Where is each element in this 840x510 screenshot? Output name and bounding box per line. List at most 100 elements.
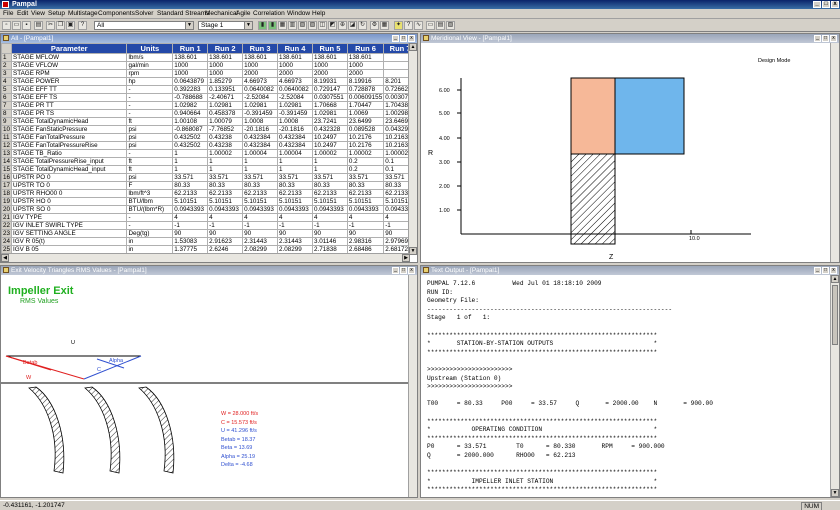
settings-icon[interactable]: ⚙: [370, 21, 379, 30]
text-vertical-scrollbar[interactable]: ▲ ▼: [830, 275, 839, 497]
value-cell[interactable]: 3.01146: [311, 237, 348, 246]
value-cell[interactable]: 1: [172, 165, 209, 174]
value-cell[interactable]: 62.2133: [277, 189, 313, 198]
value-cell[interactable]: -20.1816: [242, 125, 279, 134]
value-cell[interactable]: 0.432502: [172, 141, 209, 150]
copy-icon[interactable]: ❐: [56, 21, 65, 30]
table-row[interactable]: 11 STAGE FanTotalPressure psi 0.432502 0.432…: [1, 133, 417, 142]
value-cell[interactable]: 0.432502: [172, 133, 209, 142]
scroll-thumb[interactable]: [832, 285, 838, 345]
value-cell[interactable]: 5.10151: [207, 197, 244, 206]
value-cell[interactable]: 1.00004: [242, 149, 279, 158]
value-cell[interactable]: 4: [242, 213, 279, 222]
parameter-cell[interactable]: STAGE VFLOW: [11, 61, 128, 70]
parameter-cell[interactable]: STAGE FanStaticPressure: [11, 125, 128, 134]
value-cell[interactable]: 1000: [172, 69, 209, 78]
value-cell[interactable]: 1000: [346, 61, 385, 70]
parameter-cell[interactable]: STAGE TotalDynamicHead_input: [11, 165, 128, 174]
value-cell[interactable]: 4: [172, 213, 209, 222]
value-cell[interactable]: 0.729147: [311, 85, 348, 94]
value-cell[interactable]: 1000: [207, 69, 244, 78]
value-cell[interactable]: 138.601: [172, 53, 209, 62]
value-cell[interactable]: 0.2: [346, 157, 385, 166]
menu-item-help[interactable]: Help: [312, 10, 325, 18]
parameter-cell[interactable]: STAGE PR TT: [11, 101, 128, 110]
table-row[interactable]: 9 STAGE TotalDynamicHead ft 1.00108 1.00079 1…: [1, 117, 417, 126]
value-cell[interactable]: 1.70447: [346, 101, 385, 110]
units-cell[interactable]: -: [126, 213, 174, 222]
table-row[interactable]: 18 UPSTR RHO00 0 lbm/ft^3 62.2133 62.2133 62.…: [1, 189, 417, 198]
value-cell[interactable]: 5.10151: [172, 197, 209, 206]
maximize-button[interactable]: □: [822, 35, 829, 42]
value-cell[interactable]: 33.571: [172, 173, 209, 182]
value-cell[interactable]: 0.0307551: [311, 93, 348, 102]
value-cell[interactable]: 0.0640082: [277, 85, 313, 94]
units-cell[interactable]: ft: [126, 117, 174, 126]
paste-icon[interactable]: ▣: [66, 21, 75, 30]
value-cell[interactable]: 0.432384: [242, 133, 279, 142]
table-icon[interactable]: ▥: [288, 21, 297, 30]
value-cell[interactable]: 80.33: [172, 181, 209, 190]
parameter-cell[interactable]: STAGE MFLOW: [11, 53, 128, 62]
value-cell[interactable]: 0.458378: [207, 109, 244, 118]
value-cell[interactable]: 1000: [277, 61, 313, 70]
value-cell[interactable]: 4: [311, 213, 348, 222]
units-cell[interactable]: lbm/ft^3: [126, 189, 174, 198]
value-cell[interactable]: 0.0943393: [172, 205, 209, 214]
scroll-down-icon[interactable]: ▼: [831, 489, 839, 497]
table-row[interactable]: 14 STAGE TotalPressureRise_input ft 1 1 1 1 1 0.…: [1, 157, 417, 166]
meridional-vertical-scrollbar[interactable]: [830, 43, 839, 262]
value-cell[interactable]: 4.66973: [242, 77, 279, 86]
value-cell[interactable]: 1: [172, 149, 209, 158]
value-cell[interactable]: 138.601: [242, 53, 279, 62]
value-cell[interactable]: 1.00002: [346, 149, 385, 158]
column-header[interactable]: Run 6: [346, 43, 385, 54]
minimize-button[interactable]: _: [814, 267, 821, 274]
table-row[interactable]: 3 STAGE RPM rpm 1000 1000 2000 2000 2000 2000: [1, 69, 417, 78]
value-cell[interactable]: -7.76852: [207, 125, 244, 134]
menu-item-correlation[interactable]: Correlation: [253, 10, 285, 18]
maximize-button[interactable]: □: [822, 1, 830, 8]
value-cell[interactable]: 90: [346, 229, 385, 238]
value-cell[interactable]: 138.601: [277, 53, 313, 62]
units-cell[interactable]: -: [126, 221, 174, 230]
units-cell[interactable]: -: [126, 149, 174, 158]
value-cell[interactable]: -1: [277, 221, 313, 230]
parameter-cell[interactable]: STAGE TotalDynamicHead: [11, 117, 128, 126]
value-cell[interactable]: 0.43238: [207, 133, 244, 142]
value-cell[interactable]: 2000: [277, 69, 313, 78]
text-output-body[interactable]: PUMPAL 7.12.6 Wed Jul 01 18:18:10 2009 RU…: [421, 280, 829, 496]
parameter-cell[interactable]: STAGE FanTotalPressure: [11, 133, 128, 142]
value-cell[interactable]: 0.089528: [346, 125, 385, 134]
units-cell[interactable]: psi: [126, 125, 174, 134]
value-cell[interactable]: 0.43238: [207, 141, 244, 150]
value-cell[interactable]: 10.2176: [346, 133, 385, 142]
table-row[interactable]: 10 STAGE FanStaticPressure psi -0.868087 -7.…: [1, 125, 417, 134]
parameter-cell[interactable]: IGV TYPE: [11, 213, 128, 222]
value-cell[interactable]: 4: [207, 213, 244, 222]
value-cell[interactable]: 80.33: [242, 181, 279, 190]
value-cell[interactable]: 1.00002: [311, 149, 348, 158]
menu-item-standard-streams[interactable]: Standard Streams: [157, 10, 209, 18]
value-cell[interactable]: 1.00079: [207, 117, 244, 126]
value-cell[interactable]: 8.19916: [346, 77, 385, 86]
print-icon[interactable]: ▤: [34, 21, 43, 30]
value-cell[interactable]: 2.31443: [277, 237, 313, 246]
value-cell[interactable]: 0.0943393: [346, 205, 385, 214]
value-cell[interactable]: 2000: [311, 69, 348, 78]
value-cell[interactable]: 0.432384: [242, 141, 279, 150]
value-cell[interactable]: 1.00004: [277, 149, 313, 158]
data-grid[interactable]: Parameter Units Run 1 Run 2 Run 3 Run 4 Run 5R…: [1, 43, 417, 254]
value-cell[interactable]: 33.571: [311, 173, 348, 182]
value-cell[interactable]: 1.02981: [277, 101, 313, 110]
new-icon[interactable]: ▫: [2, 21, 11, 30]
parameter-cell[interactable]: UPSTR HO 0: [11, 197, 128, 206]
value-cell[interactable]: 0.432328: [311, 125, 348, 134]
value-cell[interactable]: 80.33: [277, 181, 313, 190]
layout-icon[interactable]: ▨: [308, 21, 317, 30]
value-cell[interactable]: 0.00609155: [346, 93, 385, 102]
value-cell[interactable]: 33.571: [207, 173, 244, 182]
units-cell[interactable]: gal/min: [126, 61, 174, 70]
units-cell[interactable]: psi: [126, 141, 174, 150]
value-cell[interactable]: 1.70668: [311, 101, 348, 110]
